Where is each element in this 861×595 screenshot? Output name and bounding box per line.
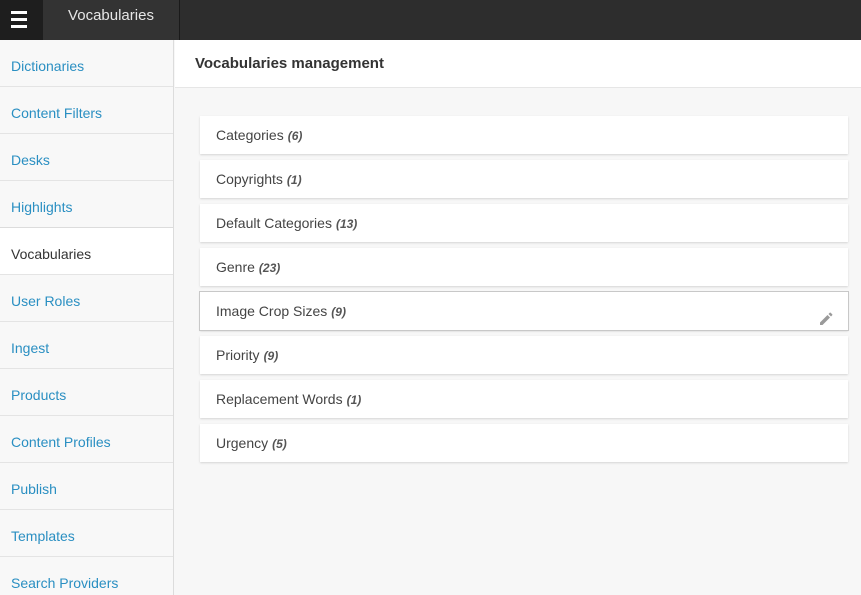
vocabulary-item[interactable]: Copyrights (1)	[200, 160, 848, 198]
sidebar-item-dictionaries[interactable]: Dictionaries	[0, 40, 173, 87]
vocabulary-count: (13)	[335, 217, 358, 231]
vocabulary-item[interactable]: Priority (9)	[200, 336, 848, 374]
vocabulary-count: (1)	[346, 393, 362, 407]
sidebar-item-content-profiles[interactable]: Content Profiles	[0, 416, 173, 463]
sidebar-item-content-filters[interactable]: Content Filters	[0, 87, 173, 134]
vocabulary-count: (5)	[272, 437, 287, 451]
main-content: Vocabularies management Categories (6) Co…	[175, 40, 861, 595]
vocabulary-name: Priority	[216, 347, 260, 363]
vocabulary-item[interactable]: Genre (23)	[200, 248, 848, 286]
top-bar: Vocabularies	[0, 0, 861, 40]
vocabulary-item[interactable]: Categories (6)	[200, 116, 848, 154]
vocabulary-name: Categories	[216, 127, 284, 143]
sidebar-item-search-providers[interactable]: Search Providers	[0, 557, 173, 595]
sidebar-item-ingest[interactable]: Ingest	[0, 322, 173, 369]
sidebar-item-publish[interactable]: Publish	[0, 463, 173, 510]
vocabulary-item-hovered[interactable]: Image Crop Sizes (9)	[200, 292, 848, 330]
vocabulary-name: Default Categories	[216, 215, 332, 231]
sidebar-item-user-roles[interactable]: User Roles	[0, 275, 173, 322]
vocabulary-count: (1)	[286, 173, 302, 187]
vocabulary-count: (9)	[331, 305, 346, 319]
section-title: Vocabularies	[43, 0, 180, 40]
vocabulary-item[interactable]: Default Categories (13)	[200, 204, 848, 242]
vocabulary-name: Genre	[216, 259, 255, 275]
page-header: Vocabularies management	[175, 40, 861, 88]
vocabulary-count: (23)	[258, 261, 281, 275]
vocabulary-name: Urgency	[216, 435, 269, 451]
vocabulary-list: Categories (6) Copyrights (1) Default Cate…	[200, 116, 848, 468]
vocabulary-name: Copyrights	[216, 171, 283, 187]
vocabulary-name: Image Crop Sizes	[216, 303, 328, 319]
sidebar-item-highlights[interactable]: Highlights	[0, 181, 173, 228]
sidebar: Dictionaries Content Filters Desks Highl…	[0, 40, 174, 595]
sidebar-item-templates[interactable]: Templates	[0, 510, 173, 557]
sidebar-item-desks[interactable]: Desks	[0, 134, 173, 181]
vocabulary-item[interactable]: Urgency (5)	[200, 424, 848, 462]
menu-button[interactable]	[0, 0, 43, 40]
vocabulary-item[interactable]: Replacement Words (1)	[200, 380, 848, 418]
pencil-icon[interactable]	[818, 303, 834, 325]
page-title: Vocabularies management	[195, 55, 384, 72]
vocabulary-name: Replacement Words	[216, 391, 343, 407]
sidebar-item-vocabularies[interactable]: Vocabularies	[0, 227, 173, 275]
vocabulary-count: (9)	[263, 349, 279, 363]
sidebar-item-products[interactable]: Products	[0, 369, 173, 416]
vocabulary-count: (6)	[287, 129, 303, 143]
